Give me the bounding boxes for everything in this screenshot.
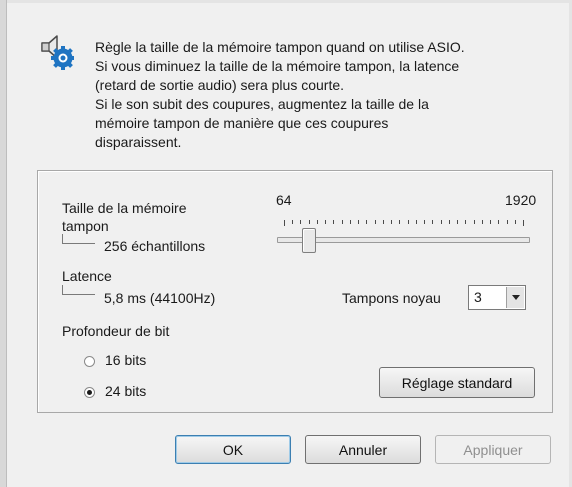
slider-tick bbox=[292, 220, 293, 224]
slider-tick bbox=[507, 220, 508, 224]
slider-tick bbox=[325, 220, 326, 224]
slider-tick bbox=[515, 220, 516, 224]
slider-tick bbox=[441, 220, 442, 224]
slider-tick bbox=[474, 220, 475, 224]
slider-tick bbox=[523, 220, 524, 226]
slider-tick bbox=[432, 220, 433, 224]
info-line: (retard de sortie audio) sera plus court… bbox=[95, 77, 345, 93]
slider-min-label: 64 bbox=[276, 192, 292, 208]
ok-button[interactable]: OK bbox=[175, 435, 291, 464]
slider-tick bbox=[333, 220, 334, 224]
slider-tick bbox=[416, 220, 417, 224]
buffer-size-label-line2: tampon bbox=[62, 218, 109, 234]
latency-value: 5,8 ms (44100Hz) bbox=[104, 290, 216, 306]
slider-max-label: 1920 bbox=[505, 192, 537, 208]
standard-settings-button[interactable]: Réglage standard bbox=[379, 367, 535, 398]
slider-tick bbox=[284, 220, 285, 226]
latency-label: Latence bbox=[62, 268, 112, 284]
apply-button: Appliquer bbox=[435, 435, 551, 464]
slider-tick bbox=[408, 220, 409, 224]
slider-tick bbox=[317, 220, 318, 224]
slider-tick bbox=[465, 220, 466, 224]
slider-tick bbox=[490, 220, 491, 224]
buffer-size-label-line1: Taille de la mémoire bbox=[62, 200, 187, 216]
radio-16-bits-label[interactable]: 16 bits bbox=[105, 352, 146, 368]
radio-16-bits[interactable] bbox=[84, 356, 95, 367]
info-line: Si vous diminuez la taille de la mémoire… bbox=[95, 58, 460, 74]
latency-value-bracket bbox=[62, 285, 95, 295]
radio-24-bits-label[interactable]: 24 bits bbox=[105, 383, 146, 399]
slider-tick bbox=[342, 220, 343, 224]
window-top-edge bbox=[0, 0, 572, 3]
slider-tick bbox=[309, 220, 310, 224]
info-message: Règle la taille de la mémoire tampon qua… bbox=[95, 38, 555, 152]
slider-tick bbox=[300, 220, 301, 224]
slider-tick bbox=[449, 220, 450, 224]
bit-depth-label: Profondeur de bit bbox=[62, 323, 170, 339]
info-line: Règle la taille de la mémoire tampon qua… bbox=[95, 39, 465, 55]
slider-tick bbox=[457, 220, 458, 224]
buffer-size-slider-thumb[interactable] bbox=[302, 228, 316, 253]
chevron-down-icon[interactable] bbox=[506, 287, 524, 308]
window-left-edge bbox=[0, 0, 7, 487]
info-line: mémoire tampon de manière que ces coupur… bbox=[95, 115, 389, 131]
core-buffers-value: 3 bbox=[474, 289, 482, 305]
radio-24-bits[interactable] bbox=[84, 387, 95, 398]
slider-tick bbox=[358, 220, 359, 224]
slider-tick bbox=[391, 220, 392, 224]
buffer-size-value: 256 échantillons bbox=[104, 238, 206, 254]
buffer-value-bracket bbox=[62, 234, 95, 244]
slider-tick bbox=[498, 220, 499, 224]
slider-tick bbox=[350, 220, 351, 224]
slider-tick bbox=[375, 220, 376, 224]
slider-tick bbox=[399, 220, 400, 224]
speaker-gear-icon bbox=[41, 35, 74, 70]
slider-tick bbox=[424, 220, 425, 224]
slider-tick bbox=[482, 220, 483, 224]
slider-tick bbox=[366, 220, 367, 224]
core-buffers-label: Tampons noyau bbox=[342, 290, 441, 306]
slider-tick bbox=[383, 220, 384, 224]
cancel-button[interactable]: Annuler bbox=[305, 435, 421, 464]
info-line: Si le son subit des coupures, augmentez … bbox=[95, 96, 429, 112]
info-line: disparaissent. bbox=[95, 134, 182, 150]
core-buffers-select[interactable]: 3 bbox=[468, 285, 526, 310]
